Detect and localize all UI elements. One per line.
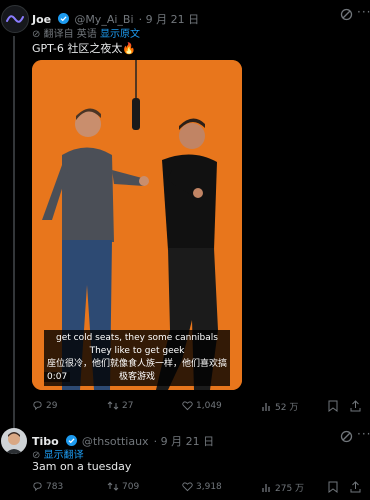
- tweet-actions: 29 27 1,049 52 万: [32, 400, 362, 414]
- profile-photo: [1, 428, 27, 454]
- retweet-count: 709: [122, 481, 140, 492]
- retweet-button[interactable]: 27: [107, 400, 133, 411]
- avatar[interactable]: [1, 428, 27, 454]
- caption-english: get cold seats, they some cannibals They…: [56, 333, 218, 356]
- retweet-count: 27: [122, 400, 134, 411]
- views-chart-icon: [262, 484, 270, 492]
- more-options-icon[interactable]: ···: [357, 5, 370, 19]
- translation-note: ⊘ 翻译自 英语 显示原文: [32, 25, 140, 40]
- reply-button[interactable]: 29: [32, 400, 57, 411]
- caption-chinese: 座位很冷，他们就像食人族一样，他们喜欢搞极客游戏: [46, 359, 227, 382]
- views-chart-icon: [262, 403, 270, 411]
- like-count: 1,049: [196, 400, 222, 411]
- grok-icon[interactable]: [340, 430, 353, 443]
- reply-count: 29: [46, 400, 58, 411]
- show-original-link[interactable]: 显示原文: [100, 29, 140, 40]
- verified-badge-icon: [65, 435, 77, 446]
- heart-icon: [182, 401, 193, 411]
- video-caption: get cold seats, they some cannibals They…: [44, 330, 230, 386]
- bookmark-icon[interactable]: [328, 481, 338, 493]
- retweet-icon: [107, 401, 119, 410]
- tweet-text: GPT-6 社区之夜太🔥: [32, 42, 137, 55]
- verified-badge-icon: [58, 13, 70, 24]
- like-button[interactable]: 1,049: [182, 400, 222, 411]
- like-button[interactable]: 3,918: [182, 481, 222, 492]
- avatar[interactable]: [1, 5, 29, 33]
- bookmark-icon[interactable]: [328, 400, 338, 412]
- view-count: 52 万: [275, 403, 299, 413]
- reply-icon: [33, 401, 42, 411]
- tweet-text: 3am on a tuesday: [32, 460, 132, 473]
- share-icon[interactable]: [350, 481, 361, 493]
- translation-note: ⊘ 显示翻译: [32, 446, 84, 461]
- heart-icon: [182, 482, 193, 492]
- share-icon[interactable]: [350, 400, 361, 412]
- retweet-button[interactable]: 709: [107, 481, 139, 492]
- like-count: 3,918: [196, 481, 222, 492]
- wave-logo-icon: [6, 15, 24, 23]
- reply-button[interactable]: 783: [32, 481, 63, 492]
- reply-count: 783: [46, 481, 64, 492]
- translate-icon: ⊘: [32, 29, 41, 40]
- author-handle[interactable]: @thsottiaux: [82, 435, 149, 448]
- video-timestamp: 0:07: [44, 372, 71, 382]
- translated-from-label: 翻译自 英语: [43, 29, 97, 40]
- view-count: 275 万: [275, 484, 305, 494]
- retweet-icon: [107, 482, 119, 491]
- post-date[interactable]: · 9 月 21 日: [154, 435, 214, 448]
- post-date[interactable]: · 9 月 21 日: [139, 13, 199, 26]
- more-options-icon[interactable]: ···: [357, 427, 370, 441]
- thread-line: [13, 36, 15, 428]
- reply-icon: [33, 482, 42, 492]
- views-button[interactable]: 275 万: [262, 481, 304, 494]
- tweet-actions: 783 709 3,918 275 万: [32, 481, 362, 495]
- grok-icon[interactable]: [340, 8, 353, 21]
- views-button[interactable]: 52 万: [262, 400, 298, 413]
